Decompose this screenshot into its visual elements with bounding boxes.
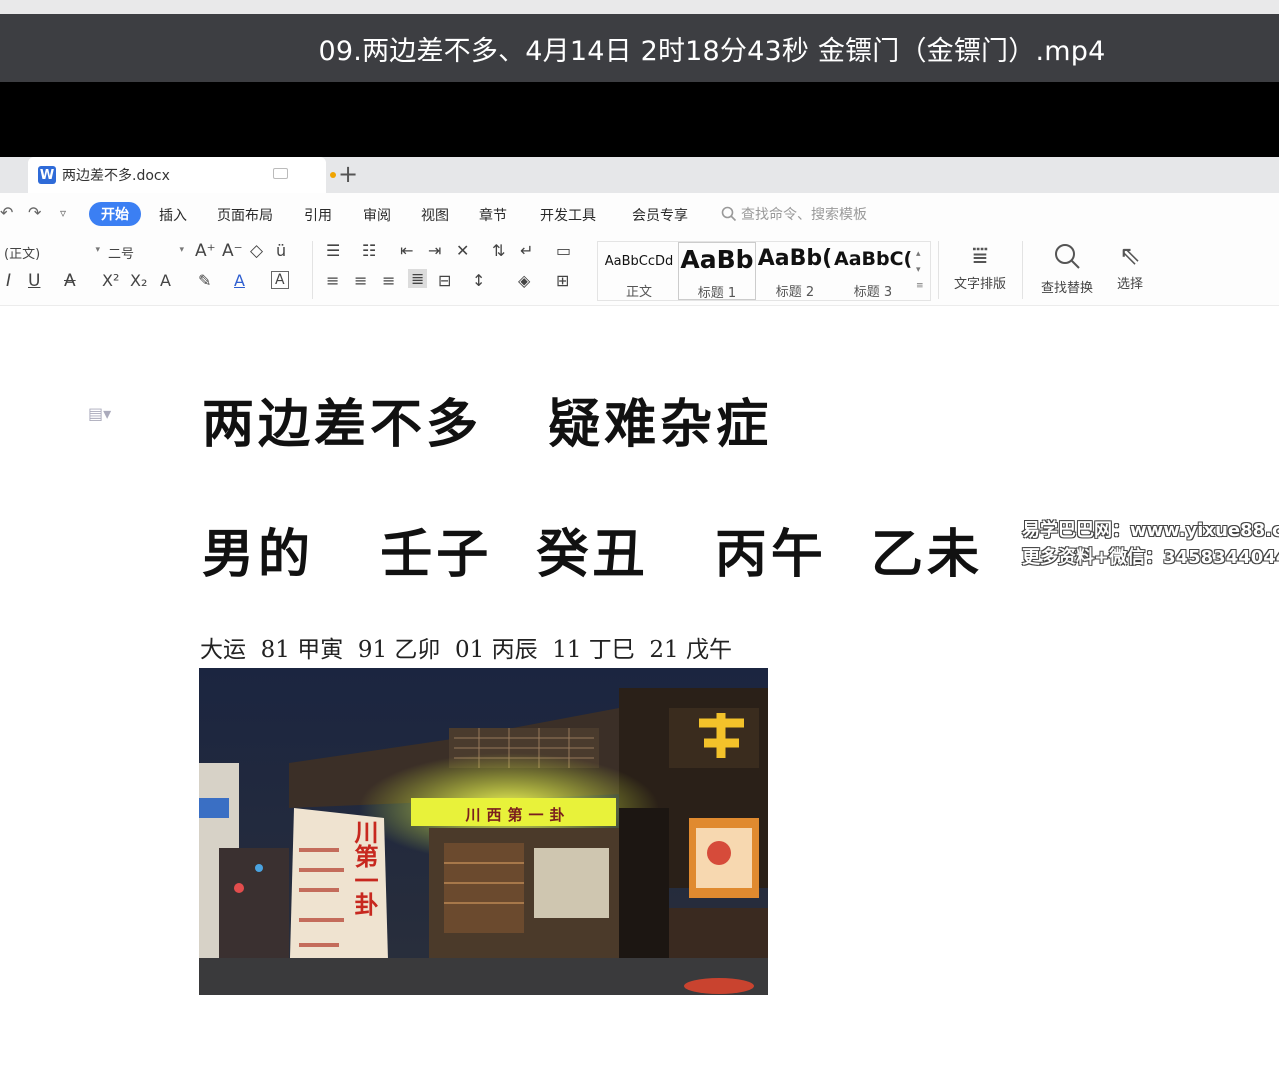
- menu-tab-page-layout[interactable]: 页面布局: [217, 205, 273, 225]
- bullet-list-icon[interactable]: ☰: [326, 241, 340, 260]
- document-tab-title: 两边差不多.docx: [62, 168, 170, 184]
- shading-icon[interactable]: ◈: [518, 271, 530, 290]
- text-layout-label: 文字排版: [953, 277, 1006, 292]
- find-replace-label: 查找替换: [1040, 281, 1093, 296]
- decrease-indent-icon[interactable]: ⇤: [400, 241, 413, 260]
- text-effect-icon[interactable]: A: [160, 271, 171, 290]
- highlight-icon[interactable]: ✎: [198, 271, 211, 290]
- style-heading-2-label: 标题 2: [775, 285, 815, 300]
- photo-banner-text: 川第一卦: [350, 820, 378, 916]
- grow-font-icon[interactable]: A⁺: [195, 241, 216, 261]
- find-replace-button[interactable]: 查找替换: [1030, 239, 1104, 296]
- shrink-font-icon[interactable]: A⁻: [222, 241, 243, 261]
- menu-tab-references[interactable]: 引用: [304, 205, 332, 225]
- subscript-icon[interactable]: X₂: [130, 271, 147, 290]
- font-size-value: 二号: [108, 247, 135, 262]
- watermark-line-1: 易学巴巴网：www.yixue88.cn: [1022, 520, 1279, 541]
- watermark-line-2: 更多资料+微信：3458344044: [1022, 547, 1279, 568]
- distribute-icon[interactable]: ⊟: [438, 271, 451, 290]
- unsaved-dot-icon: [330, 172, 336, 178]
- strikethrough-icon[interactable]: A: [64, 271, 76, 291]
- video-title: 09.两边差不多、4月14日 2时18分43秒 金镖门（金镖门）.mp4: [318, 35, 1106, 67]
- style-gallery-scroll[interactable]: ▴ ▾ ≡: [916, 246, 924, 294]
- video-title-bar: 09.两边差不多、4月14日 2时18分43秒 金镖门（金镖门）.mp4: [0, 14, 1279, 82]
- character-border-icon[interactable]: A: [271, 271, 289, 289]
- search-icon[interactable]: [721, 206, 737, 222]
- align-center-icon[interactable]: ≡: [354, 271, 367, 290]
- ribbon-separator: [312, 241, 313, 299]
- document-heading-1: 两边差不多 疑难杂症: [202, 394, 773, 455]
- italic-icon[interactable]: I: [6, 271, 11, 291]
- chevron-down-icon: ▾: [179, 245, 184, 255]
- document-dayun-line: 大运 81 甲寅 91 乙卯 01 丙辰 11 丁巳 21 戊午: [200, 637, 732, 663]
- increase-indent-icon[interactable]: ⇥: [428, 241, 441, 260]
- undo-icon[interactable]: ↶: [0, 203, 13, 222]
- style-heading-1[interactable]: AaBb 标题 1: [678, 242, 756, 301]
- chinese-layout-icon[interactable]: ✕: [456, 241, 469, 260]
- menu-tab-chapter[interactable]: 章节: [479, 205, 507, 225]
- storefront-photo-illustration: [199, 668, 768, 995]
- style-heading-1-sample: AaBb: [680, 245, 754, 274]
- wps-writer-icon: W: [38, 166, 56, 184]
- line-spacing-icon[interactable]: ↕: [472, 271, 485, 290]
- font-color-icon[interactable]: A: [234, 271, 245, 290]
- menu-tab-insert[interactable]: 插入: [159, 205, 187, 225]
- document-outline-icon[interactable]: ▤▾: [88, 404, 111, 423]
- ribbon-separator: [1022, 241, 1023, 299]
- select-label: 选择: [1116, 277, 1143, 292]
- select-button[interactable]: ⇖ 选择: [1108, 239, 1152, 292]
- style-heading-3-sample: AaBbC(: [834, 248, 912, 270]
- text-layout-icon: ⩸: [972, 241, 988, 271]
- storefront-photo[interactable]: [199, 668, 768, 995]
- phonetic-guide-icon[interactable]: ü: [276, 241, 286, 260]
- menu-bar: ↶ ↷ ▿ 开始 插入 页面布局 引用 审阅 视图 章节 开发工具 会员专享 查…: [0, 193, 1279, 235]
- text-layout-button[interactable]: ⩸ 文字排版: [944, 239, 1016, 292]
- new-tab-button[interactable]: +: [338, 160, 358, 188]
- superscript-icon[interactable]: X²: [102, 271, 119, 290]
- show-marks-icon[interactable]: ↵: [520, 241, 533, 260]
- style-heading-3[interactable]: AaBbC( 标题 3: [834, 242, 912, 300]
- sort-icon[interactable]: ⇅: [492, 241, 505, 260]
- style-heading-2-sample: AaBb(: [757, 246, 833, 271]
- menu-tab-member[interactable]: 会员专享: [632, 205, 688, 225]
- tab-bar: W 两边差不多.docx +: [0, 157, 1279, 193]
- style-heading-1-label: 标题 1: [697, 286, 737, 301]
- ribbon-toolbar: (正文) ▾ 二号 ▾ A⁺ A⁻ ◇ ü I U A X² X₂ A ✎ A …: [0, 235, 1279, 306]
- align-left-icon[interactable]: ≡: [326, 271, 339, 290]
- redo-icon[interactable]: ↷: [28, 203, 41, 222]
- tab-ruler-icon[interactable]: ▭: [556, 241, 571, 260]
- cursor-arrow-icon: ⇖: [1119, 241, 1141, 271]
- monitor-icon[interactable]: [273, 168, 288, 179]
- style-normal-label: 正文: [625, 285, 652, 300]
- borders-icon[interactable]: ⊞: [556, 271, 569, 290]
- align-right-icon[interactable]: ≡: [382, 271, 395, 290]
- menu-tab-review[interactable]: 审阅: [363, 205, 391, 225]
- magnifier-icon: [1055, 244, 1080, 269]
- chevron-down-icon: ▾: [95, 245, 100, 255]
- ribbon-separator: [938, 241, 939, 299]
- justify-icon[interactable]: ≣: [408, 269, 428, 288]
- style-heading-2[interactable]: AaBb( 标题 2: [756, 242, 834, 300]
- menu-tab-view[interactable]: 视图: [421, 205, 449, 225]
- style-normal-sample: AaBbCcDd: [604, 254, 674, 269]
- menu-tab-developer[interactable]: 开发工具: [540, 205, 596, 225]
- font-size-select[interactable]: 二号 ▾: [108, 243, 184, 263]
- photo-shop-sign-text: 川西第一卦: [465, 805, 571, 824]
- menu-tab-home[interactable]: 开始: [89, 202, 141, 226]
- video-black-band: [0, 82, 1279, 157]
- style-normal[interactable]: AaBbCcDd 正文: [600, 242, 678, 300]
- underline-icon[interactable]: U: [28, 271, 40, 291]
- style-heading-3-label: 标题 3: [853, 285, 893, 300]
- font-name-value: (正文): [4, 247, 41, 262]
- clear-format-icon[interactable]: ◇: [250, 241, 263, 261]
- numbered-list-icon[interactable]: ☷: [362, 241, 376, 260]
- top-strip: [0, 0, 1279, 14]
- command-search-input[interactable]: 查找命令、搜索模板: [741, 204, 867, 224]
- quick-access-dropdown-icon[interactable]: ▿: [60, 206, 66, 220]
- font-name-select[interactable]: (正文) ▾: [4, 243, 100, 263]
- document-heading-2: 男的 壬子 癸丑 丙午 乙未: [202, 524, 984, 585]
- document-tab[interactable]: W 两边差不多.docx: [28, 157, 336, 193]
- style-gallery: AaBbCcDd 正文 AaBb 标题 1 AaBb( 标题 2 AaBbC( …: [597, 241, 931, 301]
